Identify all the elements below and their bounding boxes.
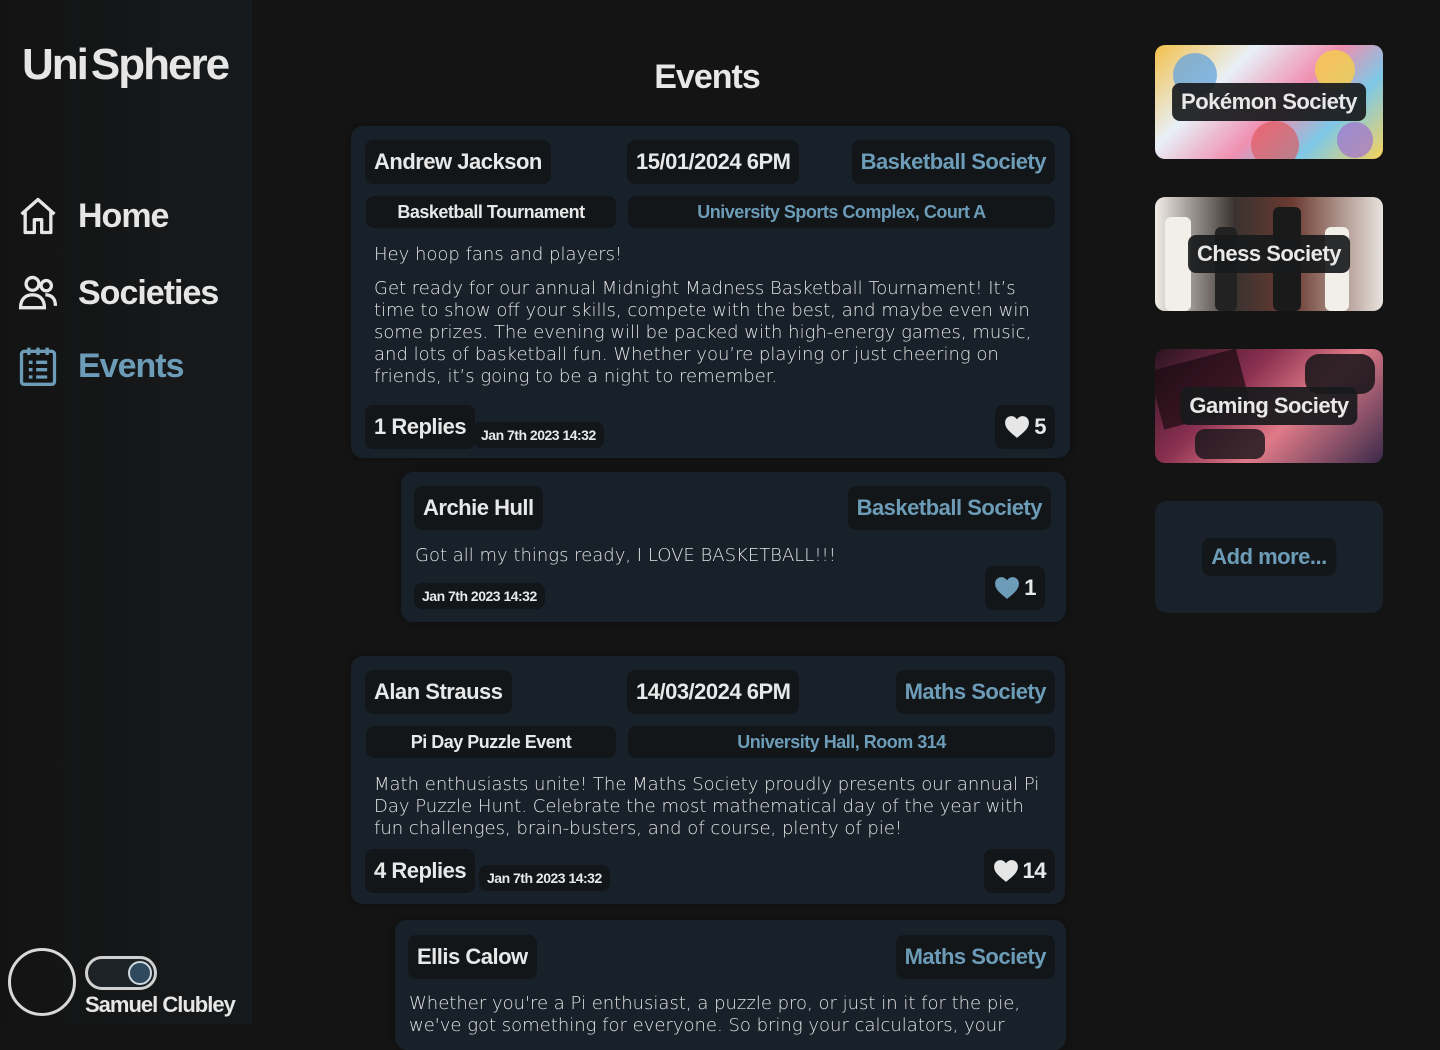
event-description: Math enthusiasts unite! The Maths Societ… — [374, 774, 1040, 839]
society-label: Gaming Society — [1180, 387, 1358, 425]
like-count: 1 — [1024, 575, 1036, 600]
like-button[interactable]: 1 — [985, 566, 1045, 610]
event-timestamp: Jan 7th 2023 14:32 — [479, 865, 610, 891]
society-card-chess[interactable]: Chess Society — [1155, 197, 1383, 311]
event-timestamp: Jan 7th 2023 14:32 — [473, 422, 604, 448]
like-button[interactable]: 14 — [983, 849, 1055, 893]
home-icon — [20, 197, 56, 235]
reply-card[interactable]: Archie Hull Basketball Society Got all m… — [401, 472, 1066, 622]
event-name: Basketball Tournament — [366, 196, 616, 228]
event-location: University Sports Complex, Court A — [628, 196, 1055, 228]
like-count: 14 — [1022, 858, 1047, 883]
reply-author[interactable]: Archie Hull — [414, 486, 543, 530]
heart-icon — [1005, 416, 1030, 438]
users-icon — [18, 275, 58, 310]
reply-author[interactable]: Ellis Calow — [408, 935, 537, 979]
event-society[interactable]: Maths Society — [895, 670, 1055, 714]
nav-item-label: Societies — [78, 273, 219, 312]
reply-text: Got all my things ready, I LOVE BASKETBA… — [415, 545, 836, 566]
society-label: Pokémon Society — [1172, 83, 1366, 121]
event-description: Hey hoop fans and players! Get ready for… — [374, 244, 1032, 387]
reply-card[interactable]: Ellis Calow Maths Society Whether you're… — [395, 920, 1066, 1050]
nav-item-events[interactable]: Events — [16, 344, 184, 388]
app-logo[interactable]: UniSphere — [22, 40, 230, 90]
like-count: 5 — [1034, 414, 1046, 439]
event-date: 15/01/2024 6PM — [627, 140, 800, 184]
event-name: Pi Day Puzzle Event — [366, 726, 616, 758]
event-card[interactable]: Alan Strauss 14/03/2024 6PM Maths Societ… — [351, 656, 1065, 904]
reply-timestamp: Jan 7th 2023 14:32 — [414, 583, 545, 609]
society-label: Chess Society — [1188, 235, 1350, 273]
nav-item-societies[interactable]: Societies — [16, 271, 219, 315]
calendar-icon — [19, 347, 57, 386]
event-card[interactable]: Andrew Jackson 15/01/2024 6PM Basketball… — [351, 126, 1070, 458]
event-society[interactable]: Basketball Society — [851, 140, 1055, 184]
theme-toggle[interactable] — [85, 956, 157, 990]
nav-item-home[interactable]: Home — [16, 194, 169, 238]
reply-text: Whether you're a Pi enthusiast, a puzzle… — [409, 993, 1021, 1036]
replies-button[interactable]: 4 Replies — [365, 849, 476, 893]
reply-society[interactable]: Maths Society — [895, 935, 1055, 979]
username: Samuel Clubley — [85, 992, 236, 1017]
avatar[interactable] — [8, 948, 76, 1016]
heart-icon — [993, 860, 1018, 882]
page-title: Events — [654, 58, 761, 96]
like-button[interactable]: 5 — [995, 405, 1055, 449]
event-date: 14/03/2024 6PM — [627, 670, 800, 714]
event-author[interactable]: Andrew Jackson — [365, 140, 551, 184]
add-more-button[interactable]: Add more... — [1202, 538, 1336, 576]
sidebar: UniSphere Home Societies Events Samuel C… — [0, 0, 252, 1024]
reply-society[interactable]: Basketball Society — [847, 486, 1051, 530]
event-author[interactable]: Alan Strauss — [365, 670, 512, 714]
event-location: University Hall, Room 314 — [628, 726, 1055, 758]
add-more-card[interactable]: Add more... — [1155, 501, 1383, 613]
heart-icon — [995, 577, 1020, 599]
society-card-pokemon[interactable]: Pokémon Society — [1155, 45, 1383, 159]
toggle-knob — [128, 961, 152, 985]
society-card-gaming[interactable]: Gaming Society — [1155, 349, 1383, 463]
nav-item-label: Home — [78, 196, 169, 235]
nav-item-label: Events — [78, 346, 184, 385]
replies-button[interactable]: 1 Replies — [365, 405, 476, 449]
